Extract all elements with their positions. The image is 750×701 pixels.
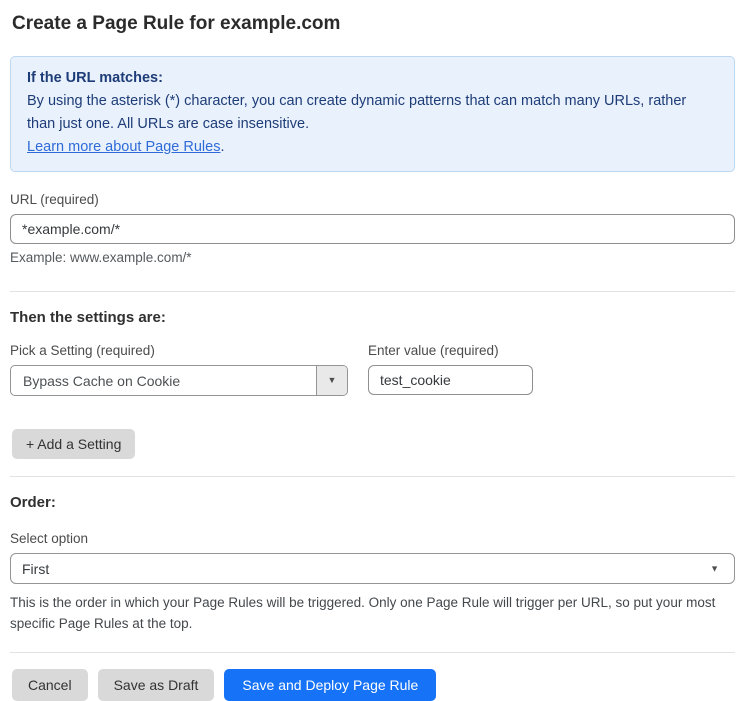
pick-setting-group: Pick a Setting (required) Bypass Cache o… <box>10 343 348 396</box>
setting-select-value: Bypass Cache on Cookie <box>11 366 316 395</box>
order-section: Order: Select option First ▼ This is the… <box>10 494 735 634</box>
settings-heading: Then the settings are: <box>10 309 735 326</box>
order-select-value: First <box>22 561 49 577</box>
divider <box>10 291 735 292</box>
setting-value-input[interactable] <box>368 365 533 395</box>
url-example-hint: Example: www.example.com/* <box>10 250 735 265</box>
footer-actions: Cancel Save as Draft Save and Deploy Pag… <box>10 669 735 701</box>
order-select-label: Select option <box>10 531 735 546</box>
url-section: URL (required) Example: www.example.com/… <box>10 192 735 265</box>
chevron-down-icon: ▼ <box>710 564 719 573</box>
url-label: URL (required) <box>10 192 735 207</box>
learn-more-link[interactable]: Learn more about Page Rules <box>27 139 220 155</box>
info-box-heading: If the URL matches: <box>27 67 718 90</box>
divider <box>10 476 735 477</box>
setting-select[interactable]: Bypass Cache on Cookie ▼ <box>10 365 348 396</box>
divider <box>10 652 735 653</box>
chevron-down-icon: ▼ <box>328 376 337 385</box>
setting-select-arrow-button[interactable]: ▼ <box>316 366 347 395</box>
settings-section: Then the settings are: Pick a Setting (r… <box>10 309 735 459</box>
order-heading: Order: <box>10 494 735 511</box>
pick-setting-label: Pick a Setting (required) <box>10 343 348 358</box>
save-as-draft-button[interactable]: Save as Draft <box>98 669 215 701</box>
add-setting-button[interactable]: + Add a Setting <box>12 429 135 459</box>
page-title: Create a Page Rule for example.com <box>10 13 735 35</box>
info-box-body: By using the asterisk (*) character, you… <box>27 90 718 136</box>
enter-value-label: Enter value (required) <box>368 343 533 358</box>
enter-value-group: Enter value (required) <box>368 343 533 395</box>
url-input[interactable] <box>10 214 735 244</box>
link-period: . <box>220 139 224 155</box>
url-matches-info-box: If the URL matches: By using the asteris… <box>10 56 735 172</box>
create-page-rule-form: Create a Page Rule for example.com If th… <box>0 0 750 701</box>
save-and-deploy-button[interactable]: Save and Deploy Page Rule <box>224 669 436 701</box>
cancel-button[interactable]: Cancel <box>12 669 88 701</box>
info-box-link-line: Learn more about Page Rules. <box>27 136 718 159</box>
settings-row: Pick a Setting (required) Bypass Cache o… <box>10 343 735 396</box>
order-help-text: This is the order in which your Page Rul… <box>10 592 730 634</box>
order-select[interactable]: First ▼ <box>10 553 735 584</box>
